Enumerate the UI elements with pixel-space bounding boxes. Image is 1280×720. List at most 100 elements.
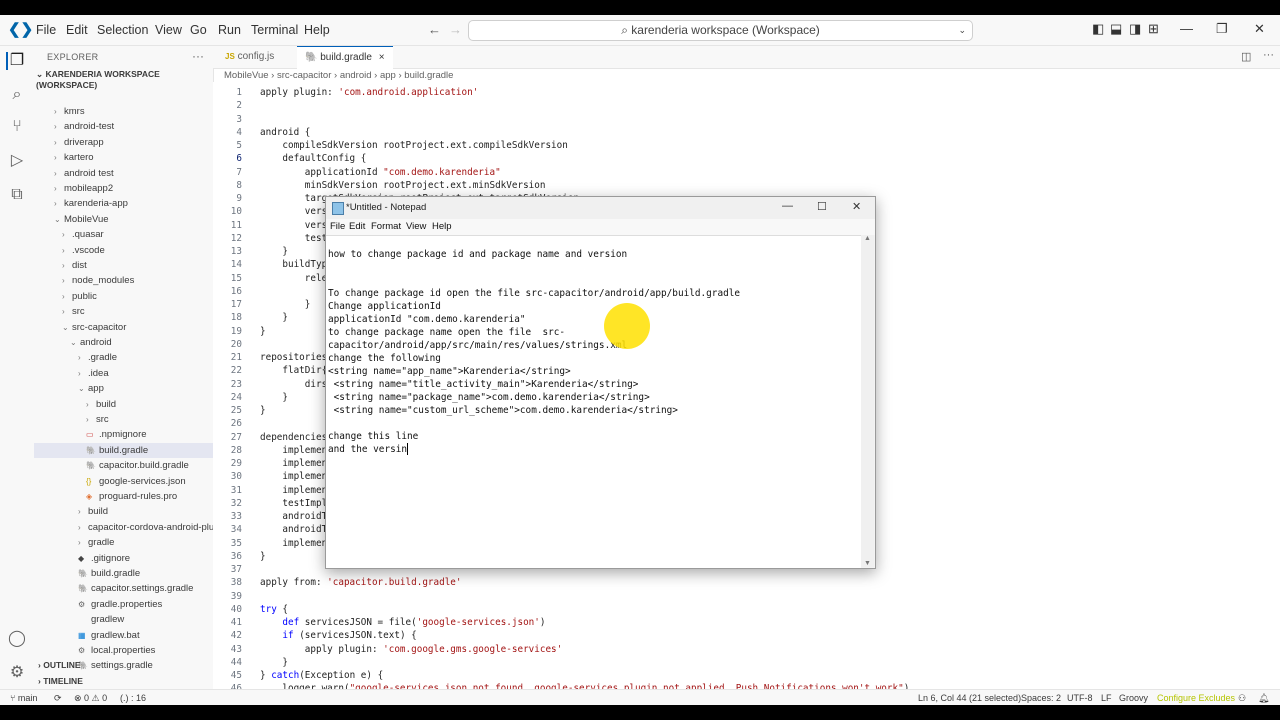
tree-folder[interactable]: › src	[34, 412, 109, 427]
account-status-icon[interactable]: ⚇	[1238, 693, 1246, 704]
code-line[interactable]: 46 logger.warn("google-services.json not…	[213, 682, 1280, 689]
code-line[interactable]: 2	[213, 99, 1280, 112]
account-icon[interactable]: ◯	[8, 630, 26, 648]
tree-file[interactable]: 🐘 build.gradle	[34, 442, 213, 458]
toggle-sidebar-icon[interactable]: ◧	[1092, 21, 1104, 37]
cursor-position[interactable]: Ln 6, Col 44 (21 selected)	[918, 693, 1021, 703]
code-line[interactable]: 39	[213, 590, 1280, 603]
tree-folder[interactable]: › node_modules	[34, 273, 134, 288]
close-icon[interactable]: ✕	[852, 200, 861, 213]
code-line[interactable]: 8 minSdkVersion rootProject.ext.minSdkVe…	[213, 179, 1280, 192]
tree-folder[interactable]: › gradle	[34, 535, 114, 550]
notepad-menu-file[interactable]: File	[330, 221, 345, 232]
tree-file[interactable]: gradlew	[34, 612, 124, 627]
breadcrumb-item[interactable]: app	[380, 70, 396, 81]
back-arrow-icon[interactable]: ←	[428, 22, 441, 37]
tree-file[interactable]: 🐘 build.gradle	[34, 566, 140, 581]
tree-folder[interactable]: › mobileapp2	[34, 181, 113, 196]
code-line[interactable]: 5 compileSdkVersion rootProject.ext.comp…	[213, 139, 1280, 152]
timeline-section[interactable]: › TIMELINE	[38, 676, 83, 686]
scroll-up-icon[interactable]: ▲	[864, 235, 871, 242]
settings-gear-icon[interactable]: ⚙	[8, 664, 26, 682]
breadcrumb-item[interactable]: android	[340, 70, 372, 81]
menu-run[interactable]: Run	[218, 23, 241, 37]
tree-folder[interactable]: › public	[34, 289, 97, 304]
minimize-icon[interactable]: —	[1180, 21, 1193, 36]
toggle-secondary-sidebar-icon[interactable]: ◨	[1129, 21, 1141, 37]
tab-build-gradle[interactable]: 🐘 build.gradle ×	[297, 46, 393, 69]
notepad-menu-view[interactable]: View	[406, 221, 426, 232]
code-line[interactable]: 43 apply plugin: 'com.google.gms.google-…	[213, 643, 1280, 656]
scroll-down-icon[interactable]: ▼	[864, 560, 871, 567]
code-line[interactable]: 3	[213, 113, 1280, 126]
tree-file[interactable]: {} google-services.json	[34, 474, 186, 489]
search-icon[interactable]: ⌕	[8, 86, 26, 104]
code-line[interactable]: 7 applicationId "com.demo.karenderia"	[213, 166, 1280, 179]
command-center-search[interactable]: ⌕ karenderia workspace (Workspace) ⌄	[468, 20, 973, 41]
menu-selection[interactable]: Selection	[97, 23, 148, 37]
notepad-title-bar[interactable]: *Untitled - Notepad — ☐ ✕	[326, 197, 875, 219]
tree-folder[interactable]: › .quasar	[34, 227, 104, 242]
notepad-menu-edit[interactable]: Edit	[349, 221, 365, 232]
code-line[interactable]: 6 defaultConfig {	[213, 152, 1280, 165]
configure-excludes[interactable]: Configure Excludes	[1157, 693, 1235, 703]
menu-view[interactable]: View	[155, 23, 182, 37]
extensions-icon[interactable]: ⧉	[8, 186, 26, 204]
notepad-text-area[interactable]: how to change package id and package nam…	[326, 235, 861, 568]
tree-folder[interactable]: ⌄ src-capacitor	[34, 320, 126, 335]
tree-folder[interactable]: › .vscode	[34, 243, 105, 258]
tree-file[interactable]: ▭ .npmignore	[34, 427, 147, 442]
tree-folder[interactable]: › android-test	[34, 119, 114, 134]
close-icon[interactable]: ✕	[1254, 21, 1265, 37]
code-line[interactable]: 41 def servicesJSON = file('google-servi…	[213, 616, 1280, 629]
toggle-panel-icon[interactable]: ⬓	[1110, 21, 1122, 37]
maximize-icon[interactable]: ☐	[817, 200, 827, 213]
tree-folder[interactable]: › capacitor-cordova-android-plugi...	[34, 520, 213, 535]
code-line[interactable]: 40 try {	[213, 603, 1280, 616]
more-actions-icon[interactable]: ···	[1263, 49, 1274, 61]
tree-file[interactable]: 🐘 capacitor.settings.gradle	[34, 581, 193, 596]
outline-section[interactable]: › OUTLINE	[38, 660, 81, 670]
menu-terminal[interactable]: Terminal	[251, 23, 298, 37]
explorer-icon[interactable]: ❐	[6, 52, 26, 70]
customize-layout-icon[interactable]: ⊞	[1148, 21, 1159, 37]
menu-file[interactable]: File	[36, 23, 56, 37]
chevron-down-icon[interactable]: ⌄	[958, 21, 966, 40]
minimize-icon[interactable]: —	[782, 200, 793, 212]
workspace-header[interactable]: ⌄ KARENDERIA WORKSPACE (WORKSPACE)	[36, 69, 213, 90]
tree-folder[interactable]: › build	[34, 397, 116, 412]
code-line[interactable]: 44 }	[213, 656, 1280, 669]
problems-indicator[interactable]: ⊗ 0 ⚠ 0	[74, 693, 107, 704]
menu-go[interactable]: Go	[190, 23, 207, 37]
breadcrumb-item[interactable]: build.gradle	[404, 70, 453, 81]
code-line[interactable]: 1 apply plugin: 'com.android.application'	[213, 86, 1280, 99]
line-ending[interactable]: LF	[1101, 693, 1112, 703]
tree-folder[interactable]: ⌄ app	[34, 381, 104, 396]
tree-folder[interactable]: › driverapp	[34, 135, 104, 150]
notifications-bell-icon[interactable]: 🔔︎	[1258, 693, 1269, 704]
tree-file[interactable]: ◈ proguard-rules.pro	[34, 489, 177, 504]
branch-indicator[interactable]: ⑂ main	[10, 693, 37, 703]
run-debug-icon[interactable]: ▷	[8, 152, 26, 170]
code-line[interactable]: 42 if (servicesJSON.text) {	[213, 629, 1280, 642]
indentation[interactable]: Spaces: 2	[1021, 693, 1061, 703]
tree-folder[interactable]: › .idea	[34, 366, 109, 381]
encoding[interactable]: UTF-8	[1067, 693, 1093, 703]
tree-folder[interactable]: ⌄ MobileVue	[34, 212, 109, 227]
notepad-window[interactable]: *Untitled - Notepad — ☐ ✕ File Edit Form…	[325, 196, 876, 569]
tree-folder[interactable]: › kartero	[34, 150, 94, 165]
forward-arrow-icon[interactable]: →	[449, 22, 462, 37]
tree-folder[interactable]: ⌄ android	[34, 335, 112, 350]
code-line[interactable]: 45} catch(Exception e) {	[213, 669, 1280, 682]
menu-help[interactable]: Help	[304, 23, 330, 37]
source-control-icon[interactable]: ⑂	[8, 118, 26, 136]
tree-file[interactable]: ⚙ local.properties	[34, 643, 155, 658]
tree-file[interactable]: ⚙ gradle.properties	[34, 597, 162, 612]
notepad-scrollbar[interactable]: ▲ ▼	[861, 235, 874, 567]
tree-folder[interactable]: › .gradle	[34, 350, 117, 365]
code-line[interactable]: 4 android {	[213, 126, 1280, 139]
sync-icon[interactable]: ⟳	[54, 693, 62, 704]
code-line[interactable]: 38 apply from: 'capacitor.build.gradle'	[213, 576, 1280, 589]
tree-folder[interactable]: › android test	[34, 166, 114, 181]
tree-folder[interactable]: › kmrs	[34, 104, 85, 119]
